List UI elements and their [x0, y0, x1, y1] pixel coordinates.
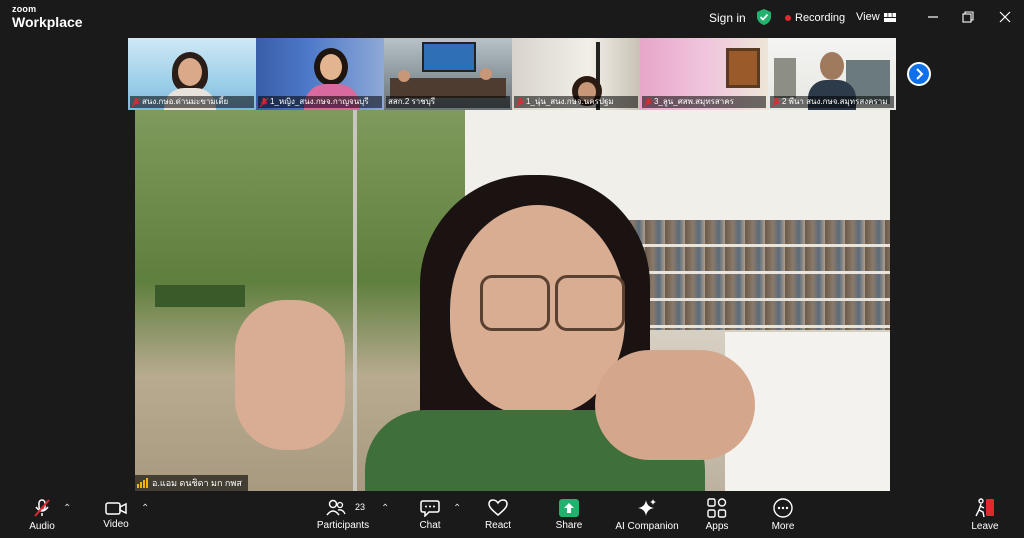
- react-label: React: [484, 519, 512, 531]
- video-label: Video: [103, 518, 129, 530]
- chevron-right-icon: [916, 68, 924, 80]
- speaker-name: อ.แอม ดนชิดา มก กพส: [152, 478, 242, 488]
- participants-count: 23: [355, 502, 366, 512]
- active-speaker-video[interactable]: อ.แอม ดนชิดา มก กพส: [135, 110, 890, 491]
- close-icon: [999, 11, 1011, 23]
- participant-name: สสก.2 ราชบุรี: [388, 97, 436, 106]
- close-window-button[interactable]: [996, 8, 1014, 26]
- participant-thumbnail[interactable]: 3_ลูน_ศสพ.สมุทรสาคร: [640, 38, 768, 110]
- apps-label: Apps: [705, 520, 729, 532]
- participant-name-tag: 1_นุ่น_สนง.กษจ.นครปฐม: [514, 96, 638, 108]
- mic-muted-icon: [34, 498, 50, 517]
- participant-name-tag: 3_ลูน_ศสพ.สมุทรสาคร: [642, 96, 766, 108]
- ai-sparkle-icon: [638, 498, 656, 516]
- chat-label: Chat: [419, 519, 441, 531]
- top-bar: zoom Workplace Sign in Recording View: [0, 0, 1024, 36]
- minimize-window-button[interactable]: [924, 8, 942, 26]
- chat-bubble-icon: [420, 499, 440, 517]
- meeting-toolbar: Audio ⌃ Video ⌃ Participants ⌃ Chat ⌃ Re…: [0, 491, 1024, 538]
- sign-in-link[interactable]: Sign in: [709, 11, 746, 25]
- participant-name: สนง.กษอ.ด่านมะขามเตี้ย: [142, 97, 229, 106]
- participant-thumbnail[interactable]: 1_นุ่น_สนง.กษจ.นครปฐม: [512, 38, 640, 110]
- audio-label: Audio: [29, 520, 55, 532]
- more-label: More: [771, 520, 795, 532]
- participant-thumbnail[interactable]: 2 พีนา สนง.กษจ.สมุทรสงคราม: [768, 38, 896, 110]
- restore-window-button[interactable]: [959, 8, 977, 26]
- leave-label: Leave: [971, 520, 999, 532]
- participants-label: Participants: [316, 519, 370, 531]
- participant-name: 1_หญิง_สนง.กษจ.กาญจนบุรี: [270, 97, 369, 106]
- participant-thumbnail[interactable]: สนง.กษอ.ด่านมะขามเตี้ย: [128, 38, 256, 110]
- video-button[interactable]: Video: [98, 491, 134, 538]
- react-button[interactable]: React: [480, 491, 516, 538]
- zoom-workplace-logo: zoom Workplace: [12, 4, 83, 30]
- participant-thumbnail[interactable]: 1_หญิง_สนง.กษจ.กาญจนบุรี: [256, 38, 384, 110]
- share-label: Share: [555, 519, 583, 531]
- share-screen-icon: [559, 498, 579, 517]
- speaker-name-tag: อ.แอม ดนชิดา มก กพส: [135, 475, 248, 491]
- participant-name: 1_นุ่น_สนง.กษจ.นครปฐม: [526, 97, 614, 106]
- participant-name-tag: สนง.กษอ.ด่านมะขามเตี้ย: [130, 96, 254, 108]
- leave-door-icon: [975, 497, 994, 517]
- signal-strength-icon: [137, 478, 148, 488]
- recording-dot-icon: [785, 15, 791, 21]
- mic-muted-icon: [772, 97, 780, 107]
- speaker-glasses: [480, 275, 550, 331]
- speaker-hand: [595, 350, 755, 460]
- participants-button[interactable]: Participants: [314, 491, 372, 538]
- participant-name-tag: สสก.2 ราชบุรี: [386, 96, 510, 108]
- brand-line-1: zoom: [12, 4, 37, 14]
- participant-name-tag: 2 พีนา สนง.กษจ.สมุทรสงคราม: [770, 96, 894, 108]
- speaker-glasses: [555, 275, 625, 331]
- next-page-button[interactable]: [907, 62, 931, 86]
- apps-icon: [707, 497, 727, 518]
- video-camera-icon: [105, 501, 127, 515]
- share-screen-button[interactable]: Share: [551, 491, 587, 538]
- mic-muted-icon: [260, 97, 268, 107]
- audio-button[interactable]: Audio: [24, 491, 60, 538]
- recording-label: Recording: [795, 12, 846, 24]
- recording-indicator[interactable]: Recording: [785, 12, 845, 24]
- mic-muted-icon: [516, 97, 524, 107]
- more-dots-icon: [773, 497, 793, 518]
- participants-options-chevron-icon[interactable]: ⌃: [381, 503, 389, 514]
- ai-companion-button[interactable]: AI Companion: [612, 491, 682, 538]
- audio-options-chevron-icon[interactable]: ⌃: [63, 503, 71, 514]
- chat-button[interactable]: Chat: [412, 491, 448, 538]
- ai-companion-label: AI Companion: [615, 520, 679, 532]
- chat-options-chevron-icon[interactable]: ⌃: [453, 503, 461, 514]
- leave-meeting-button[interactable]: Leave: [967, 491, 1003, 538]
- participant-name-tag: 1_หญิง_สนง.กษจ.กาญจนบุรี: [258, 96, 382, 108]
- participants-icon: [326, 499, 346, 515]
- more-button[interactable]: More: [765, 491, 801, 538]
- speaker-hand: [235, 300, 345, 450]
- mic-muted-icon: [644, 97, 652, 107]
- gallery-grid-icon: [883, 12, 896, 22]
- participant-name: 3_ลูน_ศสพ.สมุทรสาคร: [654, 97, 734, 106]
- view-label: View: [856, 11, 880, 23]
- video-options-chevron-icon[interactable]: ⌃: [141, 503, 149, 514]
- brand-line-2: Workplace: [12, 14, 83, 30]
- minimize-icon: [928, 16, 938, 18]
- restore-icon: [962, 11, 974, 23]
- security-shield-icon[interactable]: [757, 9, 771, 25]
- participant-name: 2 พีนา สนง.กษจ.สมุทรสงคราม: [782, 97, 888, 106]
- mic-muted-icon: [132, 97, 140, 107]
- view-button[interactable]: View: [856, 11, 896, 23]
- participant-thumbnail[interactable]: สสก.2 ราชบุรี: [384, 38, 512, 110]
- heart-icon: [488, 498, 508, 516]
- apps-button[interactable]: Apps: [699, 491, 735, 538]
- participant-thumbnail-strip: สนง.กษอ.ด่านมะขามเตี้ย 1_หญิง_สนง.กษจ.กา…: [128, 38, 896, 110]
